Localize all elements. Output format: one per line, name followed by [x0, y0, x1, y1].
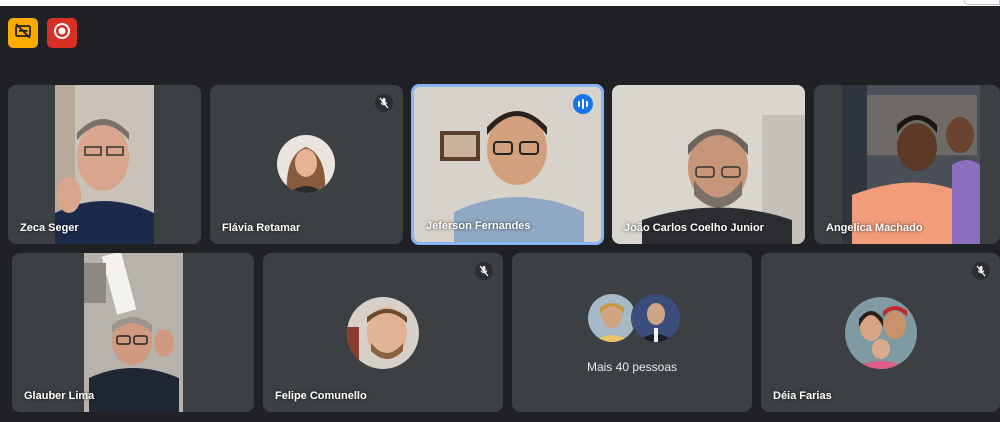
participant-video [414, 87, 601, 242]
participant-tile-felipe-comunello[interactable]: Felipe Comunello [263, 253, 503, 412]
participant-avatar [587, 293, 637, 343]
mic-off-icon [475, 262, 493, 280]
participant-tile-jeferson-fernandes[interactable]: Jeferson Fernandes [411, 84, 604, 245]
participant-avatar [347, 297, 419, 369]
participant-name: Zeca Seger [20, 222, 79, 234]
speaking-indicator-icon [573, 94, 593, 114]
participant-tile-flavia-retamar[interactable]: Flávia Retamar [210, 85, 403, 244]
captions-off-icon [14, 22, 32, 44]
recording-button[interactable] [47, 18, 77, 48]
participant-video [84, 253, 183, 412]
participant-video [55, 85, 154, 244]
participant-tile-glauber-lima[interactable]: Glauber Lima [12, 253, 254, 412]
more-participants-label: Mais 40 pessoas [586, 360, 678, 374]
participant-name: Glauber Lima [24, 390, 95, 402]
participant-tile-zeca-seger[interactable]: Zeca Seger [8, 85, 201, 244]
more-participants-tile[interactable]: Mais 40 pessoas [512, 253, 752, 412]
participant-name: João Carlos Coelho Junior [624, 222, 764, 234]
participant-name: Felipe Comunello [275, 390, 367, 402]
participant-name: Angelica Machado [826, 222, 923, 234]
recording-icon [53, 22, 71, 45]
participant-tile-joao-carlos[interactable]: João Carlos Coelho Junior [612, 85, 805, 244]
captions-off-button[interactable] [8, 18, 38, 48]
participant-tile-angelica-machado[interactable]: Angelica Machado [814, 85, 1000, 244]
participant-name: Déia Farias [773, 390, 832, 402]
participant-avatar [277, 135, 335, 193]
participant-avatar [631, 293, 681, 343]
participant-video [842, 85, 980, 244]
participant-name: Flávia Retamar [222, 222, 301, 234]
participant-name: Jeferson Fernandes [426, 220, 531, 232]
participant-avatar [845, 297, 917, 369]
mic-off-icon [972, 262, 990, 280]
browser-top-edge [0, 0, 1000, 6]
mic-off-icon [375, 94, 393, 112]
participant-video [612, 85, 805, 244]
participant-tile-deia-farias[interactable]: Déia Farias [761, 253, 1000, 412]
